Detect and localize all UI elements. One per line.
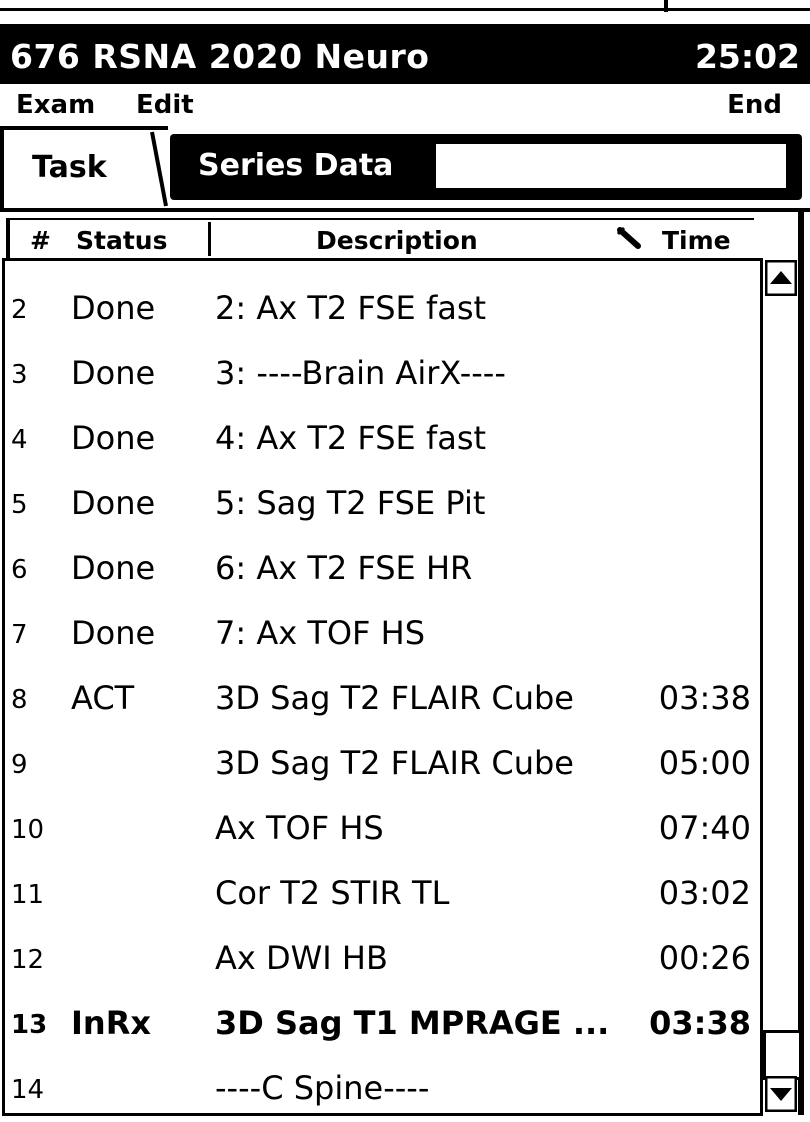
tab-baseline	[0, 208, 810, 212]
header-time[interactable]: Time	[662, 226, 731, 255]
tab-task[interactable]: Task	[0, 126, 168, 210]
row-time: 07:40	[658, 809, 751, 847]
table-row[interactable]: 3 Done 3: ----Brain AirX----	[5, 342, 762, 406]
table-row[interactable]: 10 Ax TOF HS 07:40	[5, 797, 762, 861]
table-row[interactable]: 4 Done 4: Ax T2 FSE fast	[5, 407, 762, 471]
header-status[interactable]: Status	[76, 226, 167, 255]
tab-strip: Task Series Data	[0, 126, 810, 212]
menu-end[interactable]: End	[727, 90, 782, 120]
menu-exam[interactable]: Exam	[16, 90, 95, 120]
menu-edit[interactable]: Edit	[136, 90, 194, 120]
table-row[interactable]: 11 Cor T2 STIR TL 03:02	[5, 862, 762, 926]
row-time: 03:38	[649, 1004, 751, 1042]
scroll-down-arrow-icon[interactable]	[765, 1076, 797, 1112]
row-status: Done	[71, 484, 156, 522]
row-number: 6	[11, 555, 28, 585]
row-description: 5: Sag T2 FSE Pit	[215, 484, 486, 522]
row-number: 3	[11, 360, 28, 390]
series-list[interactable]: 2 Done 2: Ax T2 FSE fast 3 Done 3: ----B…	[2, 258, 762, 1116]
row-status: Done	[71, 419, 156, 457]
row-description: 4: Ax T2 FSE fast	[215, 419, 487, 457]
header-description[interactable]: Description	[316, 226, 478, 255]
row-description: 3: ----Brain AirX----	[215, 354, 506, 392]
row-number: 5	[11, 490, 28, 520]
table-header: # Status Description Time	[6, 218, 754, 258]
row-status: Done	[71, 289, 156, 327]
vertical-scrollbar[interactable]	[760, 258, 799, 1116]
redacted-region	[432, 34, 712, 78]
row-number: 4	[11, 425, 28, 455]
top-notch	[664, 0, 668, 12]
row-status: Done	[71, 549, 156, 587]
row-description: 2: Ax T2 FSE fast	[215, 289, 487, 327]
table-row[interactable]: 9 3D Sag T2 FLAIR Cube 05:00	[5, 732, 762, 796]
table-row[interactable]: 7 Done 7: Ax TOF HS	[5, 602, 762, 666]
table-row[interactable]: 8 ACT 3D Sag T2 FLAIR Cube 03:38	[5, 667, 762, 731]
tab-series-data-label: Series Data	[198, 148, 394, 183]
row-number: 2	[11, 295, 28, 325]
table-row[interactable]: 5 Done 5: Sag T2 FSE Pit	[5, 472, 762, 536]
top-strip	[0, 0, 810, 22]
row-number: 7	[11, 620, 28, 650]
window-title: 676 RSNA 2020 Neuro	[10, 37, 430, 76]
row-description: ----C Spine----	[215, 1069, 430, 1107]
top-divider	[0, 8, 810, 11]
scrollbar-thumb[interactable]	[763, 1030, 799, 1080]
header-num[interactable]: #	[30, 226, 51, 255]
table-row[interactable]: 2 Done 2: Ax T2 FSE fast	[5, 277, 762, 341]
table-row[interactable]: 12 Ax DWI HB 00:26	[5, 927, 762, 991]
window-right-edge	[798, 210, 804, 1115]
row-description: 6: Ax T2 FSE HR	[215, 549, 473, 587]
paperclip-icon[interactable]	[614, 224, 644, 252]
tab-series-data[interactable]: Series Data	[170, 134, 802, 200]
row-time: 00:26	[658, 939, 751, 977]
row-status: Done	[71, 614, 156, 652]
table-row[interactable]: 13 InRx 3D Sag T1 MPRAGE ... 03:38	[5, 992, 762, 1056]
window-time: 25:02	[694, 37, 800, 76]
tab-series-redacted	[436, 144, 786, 188]
header-separator[interactable]	[208, 222, 211, 256]
menu-bar: Exam Edit End	[0, 86, 810, 124]
row-status: Done	[71, 354, 156, 392]
table-row[interactable]: 14 ----C Spine----	[5, 1057, 762, 1113]
row-time: 03:38	[658, 679, 751, 717]
tab-task-label: Task	[32, 150, 107, 185]
row-number: 14	[11, 1075, 45, 1105]
table-row[interactable]: 6 Done 6: Ax T2 FSE HR	[5, 537, 762, 601]
row-time: 05:00	[658, 744, 751, 782]
row-description: 7: Ax TOF HS	[215, 614, 425, 652]
row-time: 03:02	[658, 874, 751, 912]
title-bar: 676 RSNA 2020 Neuro 25:02	[0, 24, 810, 84]
scroll-up-arrow-icon[interactable]	[765, 260, 797, 296]
